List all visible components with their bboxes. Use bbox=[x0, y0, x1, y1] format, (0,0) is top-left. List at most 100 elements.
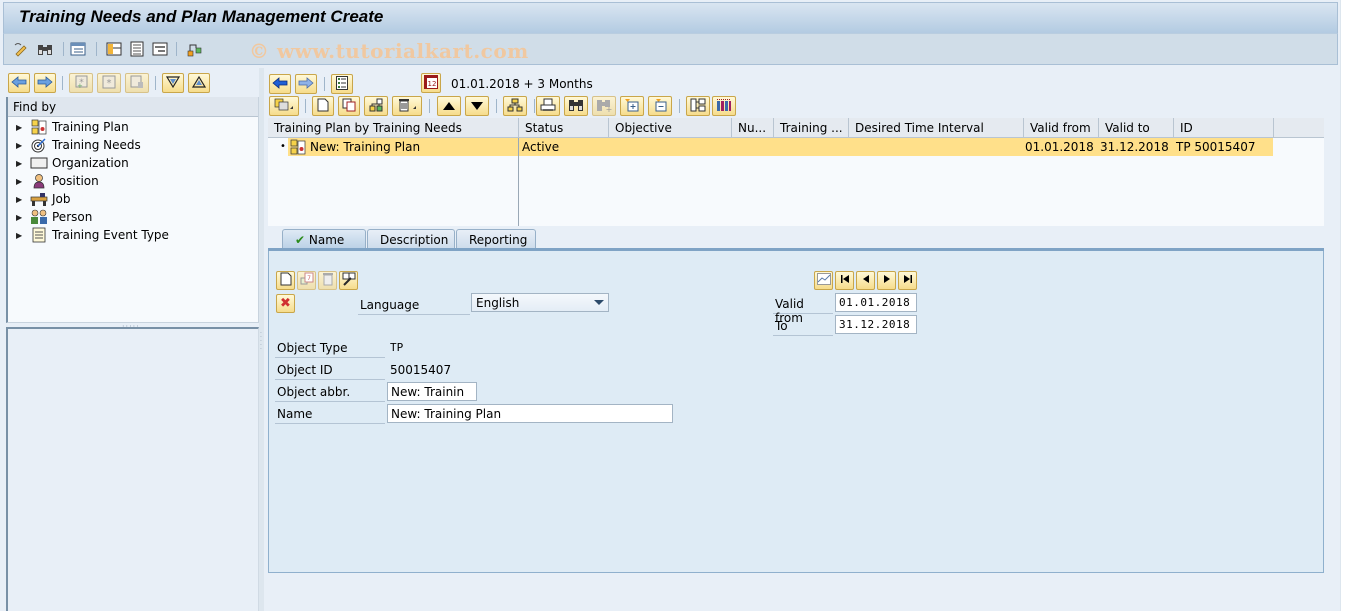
list-details-icon bbox=[336, 75, 348, 93]
expand-arrow-icon[interactable]: ▶ bbox=[16, 123, 30, 132]
collapse-node-icon bbox=[652, 98, 668, 115]
object-id-label: Object ID bbox=[275, 360, 385, 380]
delete-selection-button[interactable] bbox=[125, 73, 149, 93]
refresh-selection-button[interactable]: * bbox=[97, 73, 121, 93]
column-header[interactable]: Valid from bbox=[1024, 118, 1099, 138]
overview-button[interactable] bbox=[331, 74, 353, 94]
expand-node-button[interactable] bbox=[620, 96, 644, 116]
first-period-button[interactable] bbox=[835, 271, 854, 290]
vertical-splitter-handle[interactable]: · · · · · bbox=[260, 331, 263, 353]
column-header[interactable]: Desired Time Interval bbox=[849, 118, 1024, 138]
expand-all-button[interactable] bbox=[162, 73, 184, 93]
expand-node-icon bbox=[624, 98, 640, 115]
create-language-button[interactable] bbox=[276, 271, 295, 290]
calendar-button[interactable]: 12 bbox=[421, 73, 441, 93]
collapse-node-button[interactable] bbox=[648, 96, 672, 116]
column-divider bbox=[518, 138, 519, 226]
target-icon bbox=[30, 137, 48, 153]
delete-button[interactable] bbox=[318, 271, 337, 290]
back-button[interactable] bbox=[8, 73, 30, 93]
expand-arrow-icon[interactable]: ▶ bbox=[16, 159, 30, 168]
cancel-button[interactable]: ✖ bbox=[276, 294, 295, 313]
expand-arrow-icon[interactable]: ▶ bbox=[16, 231, 30, 240]
language-select[interactable]: English bbox=[471, 293, 609, 312]
hierarchy-icon[interactable] bbox=[185, 40, 203, 58]
detail-list-icon[interactable] bbox=[128, 40, 146, 58]
edit-pencil-icon[interactable] bbox=[12, 40, 30, 58]
column-header[interactable]: Nu... bbox=[732, 118, 774, 138]
previous-period-button[interactable] bbox=[856, 271, 875, 290]
cell-name[interactable]: New: Training Plan bbox=[306, 138, 424, 156]
edit-button[interactable] bbox=[339, 271, 358, 290]
tree-item-label: Training Plan bbox=[52, 120, 129, 134]
expand-arrow-icon[interactable]: ▶ bbox=[16, 177, 30, 186]
tree-item-job[interactable]: ▶ Job bbox=[8, 190, 258, 208]
watermark-text: © www.tutorialkart.com bbox=[249, 39, 529, 63]
tree-item-training-needs[interactable]: ▶ Training Needs bbox=[8, 136, 258, 154]
column-header[interactable]: Valid to bbox=[1099, 118, 1174, 138]
forward-arrow-icon bbox=[37, 75, 53, 91]
expand-arrow-icon[interactable]: ▶ bbox=[16, 141, 30, 150]
collapse-all-button[interactable] bbox=[188, 73, 210, 93]
tree-item-training-plan[interactable]: ▶ Training Plan bbox=[8, 118, 258, 136]
relationships-button[interactable] bbox=[364, 96, 388, 116]
binoculars-icon[interactable] bbox=[36, 40, 54, 58]
window-scrollbar[interactable] bbox=[1340, 0, 1353, 611]
tab-description[interactable]: Description bbox=[367, 229, 455, 249]
structure-button[interactable] bbox=[503, 96, 527, 116]
next-period-button[interactable] bbox=[877, 271, 896, 290]
form-view-icon[interactable] bbox=[151, 40, 169, 58]
cell-id: TP 50015407 bbox=[1176, 140, 1256, 154]
column-header[interactable]: Training ... bbox=[774, 118, 849, 138]
column-config-button[interactable] bbox=[712, 96, 736, 116]
last-period-button[interactable] bbox=[898, 271, 917, 290]
expand-arrow-icon[interactable]: ▶ bbox=[16, 213, 30, 222]
layout-icon[interactable] bbox=[105, 40, 123, 58]
move-up-button[interactable] bbox=[437, 96, 461, 116]
tab-reporting[interactable]: Reporting bbox=[456, 229, 536, 249]
tree-item-organization[interactable]: ▶ Organization bbox=[8, 154, 258, 172]
copy-period-button[interactable]: 7 bbox=[297, 271, 316, 290]
relationship-icon bbox=[368, 98, 384, 115]
new-selection-button[interactable]: * + bbox=[69, 73, 93, 93]
copy-menu-button[interactable] bbox=[269, 96, 299, 116]
column-header[interactable]: Status bbox=[519, 118, 609, 138]
column-header[interactable]: ID bbox=[1174, 118, 1274, 138]
toolbar-separator bbox=[305, 99, 306, 113]
delete-menu-button[interactable] bbox=[392, 96, 422, 116]
name-input[interactable]: New: Training Plan bbox=[387, 404, 673, 423]
close-icon: ✖ bbox=[280, 296, 291, 311]
object-abbr-input[interactable]: New: Trainin bbox=[387, 382, 477, 401]
tab-name[interactable]: ✔ Name bbox=[282, 229, 366, 250]
tree-item-position[interactable]: ▶ Position bbox=[8, 172, 258, 190]
expand-all-icon bbox=[165, 75, 181, 92]
move-down-button[interactable] bbox=[465, 96, 489, 116]
column-header[interactable]: Objective bbox=[609, 118, 732, 138]
tab-label: Description bbox=[380, 233, 449, 247]
training-plan-icon bbox=[288, 138, 308, 156]
tree-item-person[interactable]: ▶ Person bbox=[8, 208, 258, 226]
org-structure-icon bbox=[507, 98, 523, 115]
tree-item-training-event-type[interactable]: ▶ Training Event Type bbox=[8, 226, 258, 244]
forward-button[interactable] bbox=[295, 74, 317, 94]
previous-icon bbox=[862, 274, 870, 287]
copy-button[interactable] bbox=[338, 96, 360, 116]
forward-button[interactable] bbox=[34, 73, 56, 93]
delete-selection-icon bbox=[130, 75, 144, 92]
create-button[interactable] bbox=[312, 96, 334, 116]
valid-from-input[interactable]: 01.01.2018 bbox=[835, 293, 917, 312]
document-icon bbox=[30, 227, 48, 243]
application-toolbar: © www.tutorialkart.com bbox=[3, 33, 1338, 65]
find-next-button[interactable]: + bbox=[592, 96, 616, 116]
column-header[interactable]: Training Plan by Training Needs bbox=[268, 118, 519, 138]
back-button[interactable] bbox=[269, 74, 291, 94]
find-button[interactable] bbox=[564, 96, 588, 116]
toolbar-separator bbox=[62, 76, 63, 90]
print-button[interactable] bbox=[536, 96, 560, 116]
change-layout-button[interactable] bbox=[686, 96, 710, 116]
expand-arrow-icon[interactable]: ▶ bbox=[16, 195, 30, 204]
list-view-icon[interactable] bbox=[69, 40, 87, 58]
object-type-label: Object Type bbox=[275, 338, 385, 358]
valid-to-input[interactable]: 31.12.2018 bbox=[835, 315, 917, 334]
timeline-button[interactable] bbox=[814, 271, 833, 290]
